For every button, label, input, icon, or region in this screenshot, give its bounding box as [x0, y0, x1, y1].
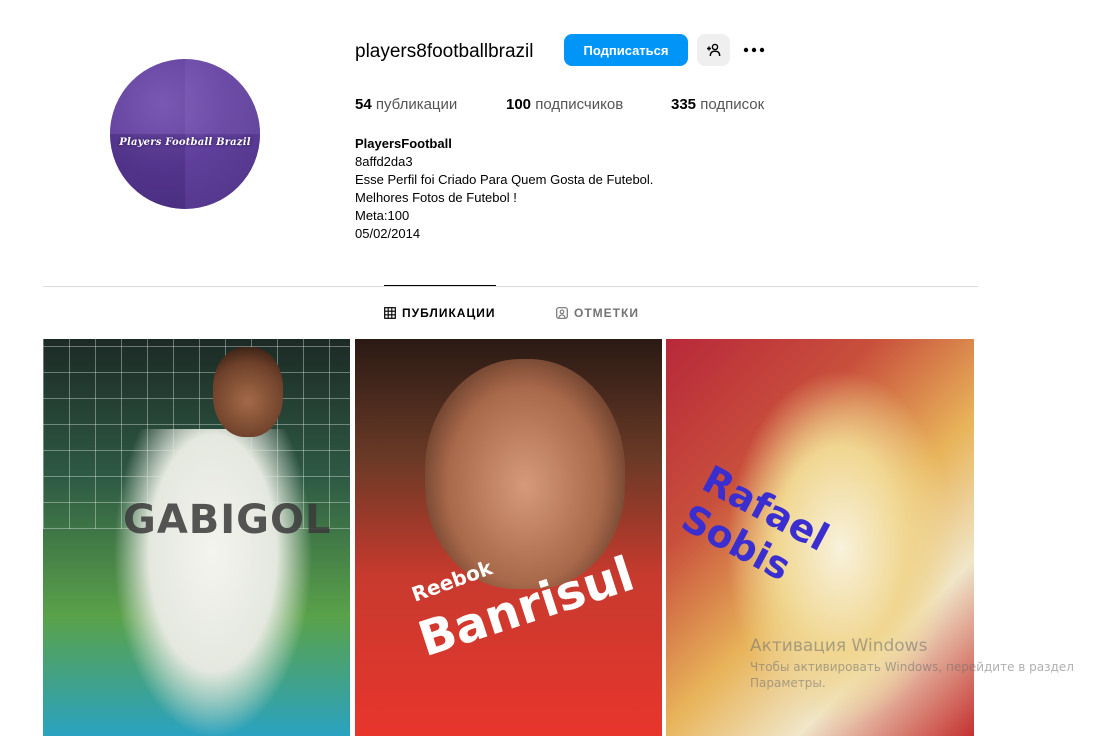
grid-icon: [384, 307, 396, 319]
post-thumbnail[interactable]: GABIGOL: [43, 339, 350, 736]
posts-label: публикации: [375, 96, 458, 113]
bio-name: PlayersFootball: [355, 136, 452, 151]
followers-stat[interactable]: 100 подписчиков: [506, 96, 623, 113]
bio-line: Melhores Fotos de Futebol !: [355, 190, 517, 205]
watermark-line: Параметры.: [750, 676, 826, 690]
watermark-title: Активация Windows: [750, 636, 928, 656]
tab-posts-label: ПУБЛИКАЦИИ: [402, 306, 496, 320]
add-person-icon: [706, 43, 720, 57]
following-label: подписок: [700, 96, 765, 113]
tagged-icon: [556, 307, 568, 319]
suggested-accounts-button[interactable]: [697, 34, 730, 66]
more-dots-icon: [743, 47, 765, 53]
followers-label: подписчиков: [535, 96, 624, 113]
follow-button[interactable]: Подписаться: [564, 34, 688, 66]
following-stat[interactable]: 335 подписок: [671, 96, 764, 113]
tab-posts[interactable]: ПУБЛИКАЦИИ: [384, 306, 495, 320]
avatar-logo-text: Players Football Brazil: [119, 137, 251, 148]
active-tab-indicator: [384, 285, 496, 286]
bio-line: 05/02/2014: [355, 226, 421, 241]
bio-line: Meta:100: [355, 208, 410, 223]
profile-bio: PlayersFootball 8affd2da3 Esse Perfil fo…: [355, 135, 653, 243]
profile-page: Players Football Brazil players8football…: [0, 0, 1099, 738]
bio-line: 8affd2da3: [355, 154, 413, 169]
more-options-button[interactable]: [738, 34, 770, 66]
followers-count: 100: [506, 96, 532, 113]
posts-stat: 54 публикации: [355, 96, 457, 113]
post-overlay-text: GABIGOL: [123, 497, 332, 543]
following-count: 335: [671, 96, 697, 113]
username: players8footballbrazil: [355, 41, 534, 62]
avatar[interactable]: Players Football Brazil: [110, 59, 260, 209]
post-thumbnail[interactable]: Reebok Banrisul: [355, 339, 662, 736]
bio-line: Esse Perfil foi Criado Para Quem Gosta d…: [355, 172, 654, 187]
watermark-line: Чтобы активировать Windows, перейдите в …: [750, 660, 1074, 674]
posts-count: 54: [355, 96, 372, 113]
windows-activation-watermark: Активация Windows Чтобы активировать Win…: [750, 636, 1074, 690]
tab-tagged-label: ОТМЕТКИ: [574, 306, 639, 320]
tabs-divider: [43, 286, 978, 287]
tab-tagged[interactable]: ОТМЕТКИ: [556, 306, 639, 320]
